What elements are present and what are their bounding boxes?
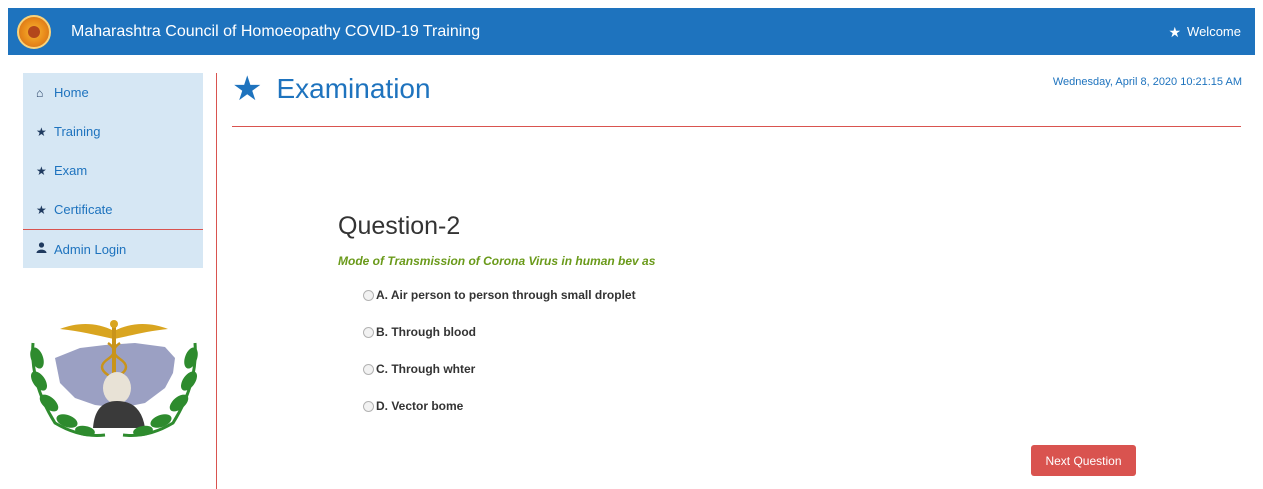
question-number: Question-2 (338, 212, 461, 240)
home-icon: ⌂ (36, 85, 44, 100)
sidebar-item-certificate[interactable]: ★ Certificate (23, 190, 203, 229)
answer-option-a[interactable]: A. Air person to person through small dr… (363, 288, 636, 302)
option-label: D. Vector bome (376, 399, 464, 413)
sidebar-item-label: Admin Login (54, 241, 127, 257)
sidebar: ⌂ Home ★ Training ★ Exam ★ Certificate A… (23, 73, 203, 268)
radio-button[interactable] (363, 289, 374, 301)
option-label: B. Through blood (376, 325, 476, 339)
user-icon (36, 242, 54, 256)
sidebar-item-home[interactable]: ⌂ Home (23, 73, 203, 112)
star-icon: ★ (36, 202, 47, 217)
page-header: ★ Examination (232, 72, 431, 106)
radio-button[interactable] (363, 400, 374, 412)
star-icon: ★ (232, 70, 263, 108)
option-label: A. Air person to person through small dr… (376, 288, 636, 302)
star-icon: ★ (1168, 23, 1182, 40)
radio-button[interactable] (363, 326, 374, 338)
header-divider (232, 126, 1241, 127)
sidebar-item-training[interactable]: ★ Training (23, 112, 203, 151)
app-title: Maharashtra Council of Homoeopathy COVID… (71, 22, 481, 40)
top-navbar: Maharashtra Council of Homoeopathy COVID… (8, 8, 1255, 55)
radio-button[interactable] (363, 363, 374, 375)
sidebar-item-label: Home (54, 85, 89, 100)
page-title: Examination (276, 73, 431, 104)
next-question-button[interactable]: Next Question (1031, 445, 1136, 476)
option-label: C. Through whter (376, 362, 476, 376)
current-datetime: Wednesday, April 8, 2020 10:21:15 AM (1052, 76, 1242, 88)
answer-option-b[interactable]: B. Through blood (363, 325, 476, 339)
content-divider-vertical (216, 73, 217, 489)
answer-option-c[interactable]: C. Through whter (363, 362, 475, 376)
sidebar-item-admin-login[interactable]: Admin Login (23, 230, 203, 268)
homoeopathy-emblem-image (30, 320, 198, 437)
welcome-label: Welcome (1187, 24, 1241, 39)
sidebar-item-label: Certificate (54, 202, 113, 217)
sidebar-item-label: Exam (54, 163, 88, 178)
question-text: Mode of Transmission of Corona Virus in … (338, 254, 656, 268)
sidebar-item-label: Training (54, 124, 101, 139)
star-icon: ★ (36, 163, 47, 178)
answer-option-d[interactable]: D. Vector bome (363, 399, 463, 413)
sidebar-item-exam[interactable]: ★ Exam (23, 151, 203, 190)
welcome-link[interactable]: ★ Welcome (1168, 24, 1241, 39)
star-icon: ★ (36, 124, 47, 139)
emblem-seal-icon (17, 14, 51, 49)
